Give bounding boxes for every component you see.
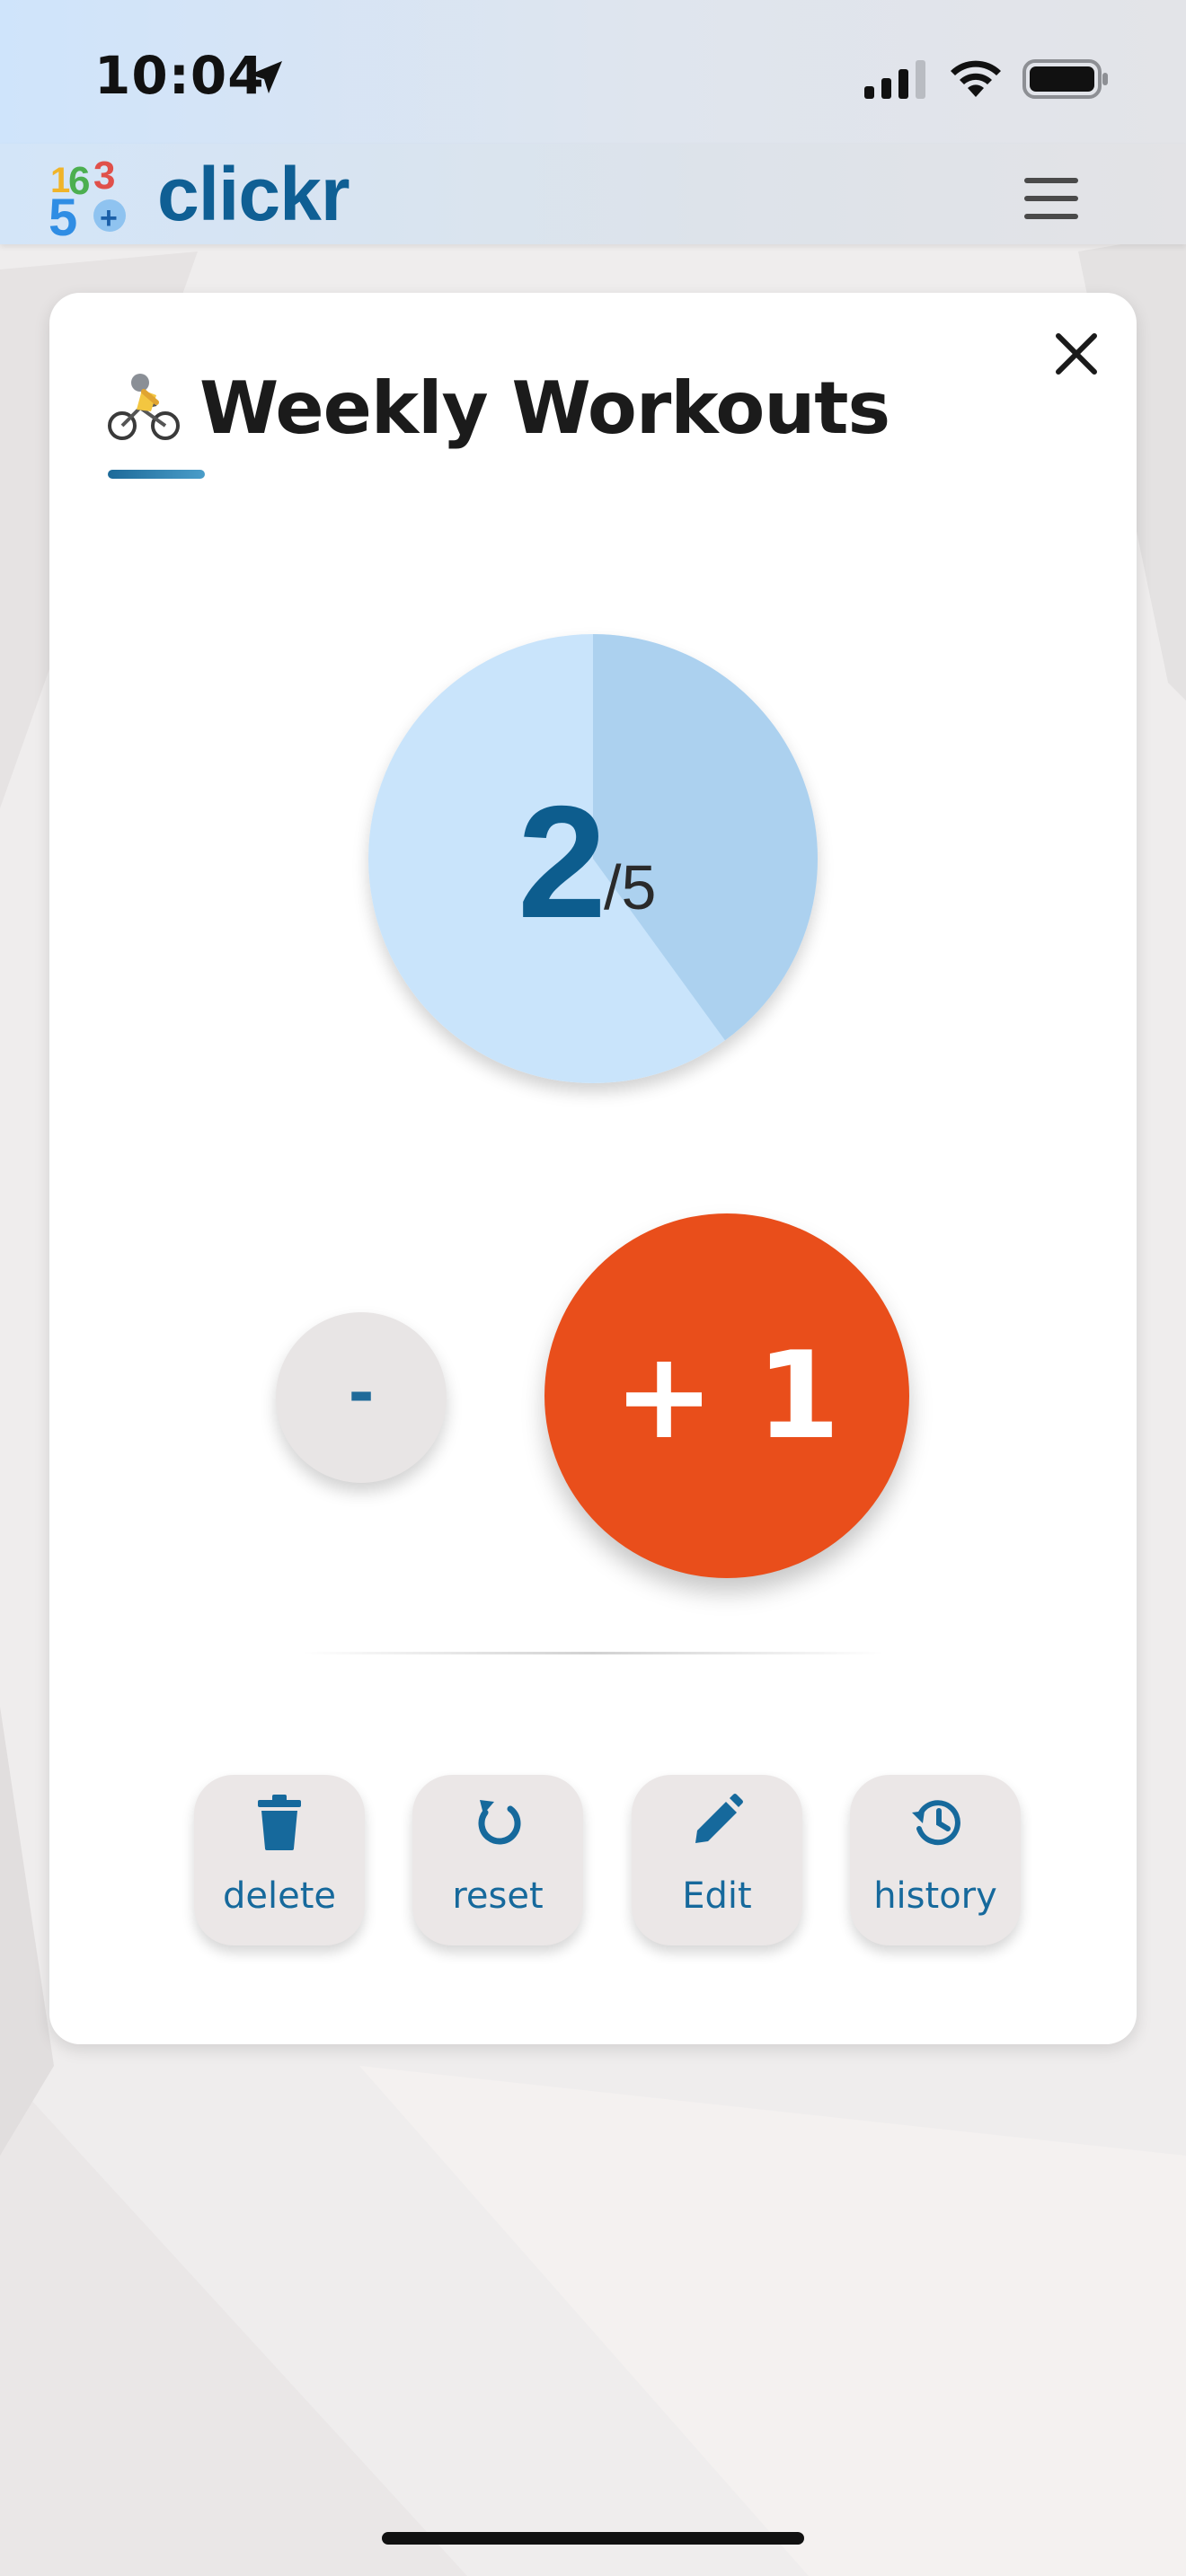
delete-label: delete (222, 1875, 336, 1917)
cyclist-icon (108, 374, 180, 440)
counter-title: Weekly Workouts (199, 366, 890, 450)
refresh-icon (478, 1800, 521, 1845)
edit-button[interactable]: Edit (632, 1775, 802, 1945)
brand-name: clickr (157, 152, 350, 236)
reset-button[interactable]: reset (412, 1775, 583, 1945)
increment-button[interactable]: + 1 (544, 1213, 909, 1578)
menu-line (1024, 214, 1078, 219)
menu-line (1024, 196, 1078, 201)
count-target: /5 (604, 852, 657, 922)
battery-icon (1022, 59, 1108, 99)
pencil-icon (695, 1794, 743, 1843)
reset-label: reset (452, 1875, 544, 1917)
history-label: history (873, 1875, 997, 1917)
history-icon (912, 1800, 960, 1846)
logo-digit-3: 3 (93, 154, 115, 198)
logo-digit-5: 5 (49, 189, 77, 237)
hamburger-menu-button[interactable] (1021, 176, 1084, 225)
home-indicator (382, 2532, 804, 2545)
divider (301, 1652, 885, 1654)
cellular-signal-icon (864, 60, 925, 99)
trash-icon (258, 1795, 301, 1850)
status-time: 10:04 (94, 45, 265, 106)
menu-line (1024, 178, 1078, 183)
title-underline (108, 470, 205, 479)
count-value: 2 (518, 772, 606, 951)
clickr-logo-icon: 1 6 3 5 + (49, 154, 126, 237)
close-icon[interactable] (1049, 327, 1103, 381)
edit-label: Edit (682, 1875, 752, 1917)
decrement-button[interactable]: - (276, 1312, 447, 1483)
location-arrow-icon (250, 61, 282, 93)
logo-plus: + (100, 201, 118, 235)
delete-button[interactable]: delete (194, 1775, 365, 1945)
wifi-icon (951, 60, 1001, 97)
history-button[interactable]: history (850, 1775, 1021, 1945)
